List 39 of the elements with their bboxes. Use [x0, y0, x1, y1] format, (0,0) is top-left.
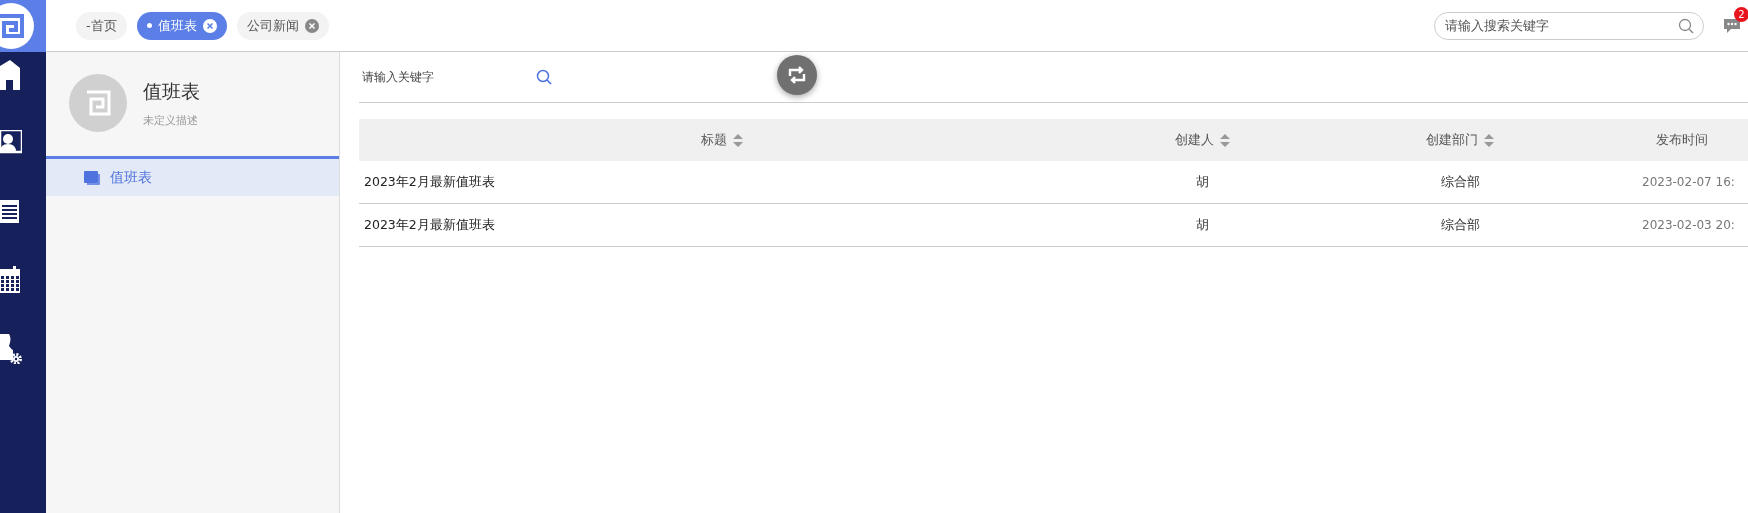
newspaper-icon[interactable]: [0, 198, 20, 224]
refresh-button[interactable]: [777, 55, 817, 95]
table-cell: 2023年2月最新值班表: [364, 216, 495, 232]
close-icon[interactable]: [304, 18, 319, 33]
user-monitor-icon[interactable]: [0, 130, 22, 156]
search-icon[interactable]: [1678, 17, 1694, 34]
tab[interactable]: -首页: [76, 11, 127, 40]
sort-icon[interactable]: [733, 133, 743, 147]
column-header[interactable]: 标题: [701, 131, 727, 149]
sort-icon[interactable]: [1484, 133, 1494, 147]
column-header[interactable]: 发布时间: [1656, 131, 1708, 149]
search-field[interactable]: 请输入搜索关键字: [1434, 11, 1704, 40]
logo-icon: [85, 90, 111, 116]
menu-item[interactable]: 值班表: [46, 156, 339, 196]
table-cell: 胡: [1196, 216, 1209, 232]
module-title: 值班表: [143, 78, 200, 104]
table-cell: 胡: [1196, 173, 1209, 189]
module-description: 未定义描述: [143, 112, 199, 128]
table-cell: 综合部: [1440, 173, 1480, 189]
home-icon[interactable]: [0, 60, 20, 90]
column-header[interactable]: 创建部门: [1426, 131, 1478, 149]
tab[interactable]: 值班表: [136, 11, 227, 40]
table-cell: 2023-02-03 20:: [1642, 218, 1735, 232]
keyword-field[interactable]: 请输入关键字: [359, 69, 514, 85]
folder-icon: [84, 170, 100, 185]
table-cell: 2023-02-07 16:: [1642, 175, 1735, 189]
column-header[interactable]: 创建人: [1175, 131, 1214, 149]
refresh-icon: [786, 64, 808, 86]
sort-icon[interactable]: [1220, 133, 1230, 147]
table-cell: 2023年2月最新值班表: [364, 173, 495, 189]
close-icon[interactable]: [202, 18, 217, 33]
notification-badge: 2: [1734, 7, 1748, 22]
chat-icon[interactable]: [1724, 19, 1740, 33]
tab[interactable]: 公司新闻: [236, 11, 329, 40]
logo-icon[interactable]: [0, 3, 34, 49]
user-gear-icon[interactable]: [0, 334, 22, 364]
calendar-icon[interactable]: [0, 266, 20, 294]
table-cell: 综合部: [1440, 216, 1480, 232]
search-icon[interactable]: [536, 69, 552, 85]
